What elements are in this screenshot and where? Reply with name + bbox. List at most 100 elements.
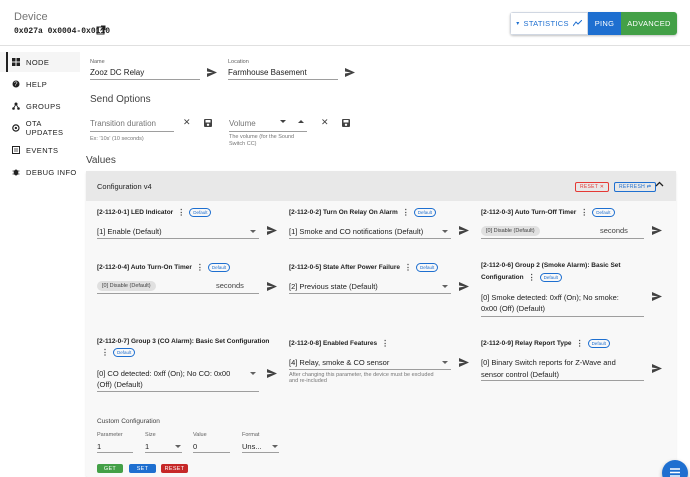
statistics-label: STATISTICS (523, 19, 569, 28)
reset-button[interactable]: RESET (161, 464, 188, 473)
sidebar-item-label: DEBUG INFO (26, 167, 77, 177)
ota-icon (12, 124, 20, 132)
sidebar-item-label: HELP (26, 79, 48, 89)
default-value-pill: [0] Disable (Default) (97, 281, 156, 291)
param-name: [2-112-0-3] Auto Turn-Off Timer (481, 209, 577, 217)
chevron-down-icon[interactable] (442, 285, 448, 288)
sidebar-item-events[interactable]: EVENTS (0, 140, 80, 160)
groups-icon (12, 102, 20, 110)
location-underline (228, 79, 338, 80)
param-name: [2-112-0-9] Relay Report Type (481, 340, 572, 348)
reset-all-label: RESET (580, 184, 599, 190)
param-name: [2-112-0-6] Group 2 (Smoke Alarm): Basic… (481, 262, 621, 269)
sidebar: NODE ? HELP GROUPS OTA UPDATES EVENTS DE… (0, 46, 80, 477)
reset-all-button[interactable]: RESET ✕ (575, 182, 610, 192)
ping-button[interactable]: PING (588, 12, 621, 35)
select-underline (289, 369, 451, 370)
send-value-icon[interactable] (267, 282, 277, 291)
chevron-down-icon[interactable] (250, 230, 256, 233)
more-icon[interactable]: ⋮ (402, 207, 410, 218)
send-options-title: Send Options (90, 94, 151, 105)
more-icon[interactable]: ⋮ (101, 348, 109, 357)
value-input[interactable]: 0 (193, 441, 197, 452)
default-badge: Default (592, 208, 615, 217)
param-name: [2-112-0-7] Group 3 (CO Alarm): Basic Se… (97, 338, 270, 345)
param-select[interactable]: [0] CO detected: 0xff (On); No CO: 0x00 (97, 368, 230, 379)
size-select[interactable]: 1 (145, 441, 149, 452)
send-value-icon[interactable] (267, 369, 277, 378)
parameter-input[interactable]: 1 (97, 441, 101, 452)
send-value-icon[interactable] (459, 226, 469, 235)
unit-label: seconds (600, 226, 628, 235)
transition-hint: Ex: '10s' (10 seconds) (90, 136, 144, 142)
select-underline (481, 380, 644, 381)
sidebar-item-node[interactable]: NODE (0, 52, 80, 72)
param-select[interactable]: [0] Smoke detected: 0xff (On); No smoke: (481, 292, 619, 303)
send-value-icon[interactable] (267, 226, 277, 235)
more-icon[interactable]: ⋮ (576, 338, 584, 349)
send-value-icon[interactable] (459, 358, 469, 367)
more-icon[interactable]: ⋮ (580, 207, 588, 218)
sidebar-item-groups[interactable]: GROUPS (0, 96, 80, 116)
menu-fab-button[interactable] (662, 460, 688, 477)
chevron-down-icon[interactable] (442, 361, 448, 364)
send-value-icon[interactable] (652, 364, 662, 373)
size-label: Size (145, 432, 156, 438)
send-value-icon[interactable] (652, 226, 662, 235)
advanced-button[interactable]: ADVANCED (621, 12, 677, 35)
volume-hint: The volume (for the Sound Switch CC) (229, 134, 295, 147)
more-icon[interactable]: ⋮ (404, 262, 412, 273)
more-icon[interactable]: ⋮ (196, 262, 204, 273)
volume-input[interactable]: Volume (229, 119, 256, 128)
param-select[interactable]: [1] Smoke and CO notifications (Default) (289, 226, 423, 237)
param-name: [2-112-0-2] Turn On Relay On Alarm (289, 209, 398, 217)
default-badge: Default (539, 273, 562, 282)
volume-increase-icon[interactable] (298, 120, 304, 123)
location-field[interactable]: Farmhouse Basement (228, 68, 307, 77)
input-underline (481, 238, 644, 239)
send-value-icon[interactable] (652, 292, 662, 301)
sidebar-item-ota-updates[interactable]: OTA UPDATES (0, 118, 80, 138)
set-button[interactable]: SET (129, 464, 156, 473)
statistics-button[interactable]: ▾ STATISTICS (510, 12, 588, 35)
more-icon[interactable]: ⋮ (381, 338, 389, 349)
chevron-down-icon[interactable] (250, 372, 256, 375)
chevron-down-icon[interactable] (272, 445, 278, 448)
get-button[interactable]: GET (97, 464, 123, 473)
values-title: Values (86, 155, 116, 166)
volume-decrease-icon[interactable] (280, 120, 286, 123)
send-location-icon[interactable] (345, 68, 355, 77)
clear-transition-icon[interactable]: ✕ (183, 117, 191, 128)
more-icon[interactable]: ⋮ (528, 272, 536, 283)
chevron-down-icon[interactable] (175, 445, 181, 448)
sidebar-item-help[interactable]: ? HELP (0, 74, 80, 94)
refresh-button[interactable]: REFRESH ⇄ (614, 182, 657, 192)
param-name: [2-112-0-4] Auto Turn-On Timer (97, 264, 192, 272)
param-name: [2-112-0-8] Enabled Features (289, 340, 378, 348)
node-actions: ▾ STATISTICS PING ADVANCED (510, 12, 677, 35)
format-select[interactable]: Uns... (242, 441, 262, 452)
param-select[interactable]: [4] Relay, smoke & CO sensor (289, 357, 389, 368)
more-icon[interactable]: ⋮ (177, 207, 185, 218)
select-underline (289, 293, 451, 294)
send-name-icon[interactable] (207, 68, 217, 77)
clear-volume-icon[interactable]: ✕ (321, 117, 329, 128)
sidebar-item-debug-info[interactable]: DEBUG INFO (0, 162, 80, 182)
transition-duration-input[interactable]: Transition duration (90, 119, 156, 128)
open-external-icon[interactable] (96, 25, 106, 35)
parameter-underline (97, 452, 133, 453)
param-select[interactable]: [2] Previous state (Default) (289, 281, 378, 292)
save-volume-icon[interactable] (342, 119, 350, 127)
name-field[interactable]: Zooz DC Relay (90, 68, 144, 77)
panel-title: Configuration v4 (97, 182, 152, 191)
help-icon: ? (12, 80, 20, 88)
save-transition-icon[interactable] (204, 119, 212, 127)
param-select[interactable]: [1] Enable (Default) (97, 226, 162, 237)
default-badge: Default (416, 263, 439, 272)
default-value-pill: [0] Disable (Default) (481, 226, 540, 236)
chevron-down-icon: ▾ (516, 21, 520, 27)
chevron-down-icon[interactable] (442, 230, 448, 233)
param-select[interactable]: [0] Binary Switch reports for Z-Wave and (481, 357, 616, 368)
send-value-icon[interactable] (459, 282, 469, 291)
chevron-up-icon[interactable] (655, 180, 664, 189)
